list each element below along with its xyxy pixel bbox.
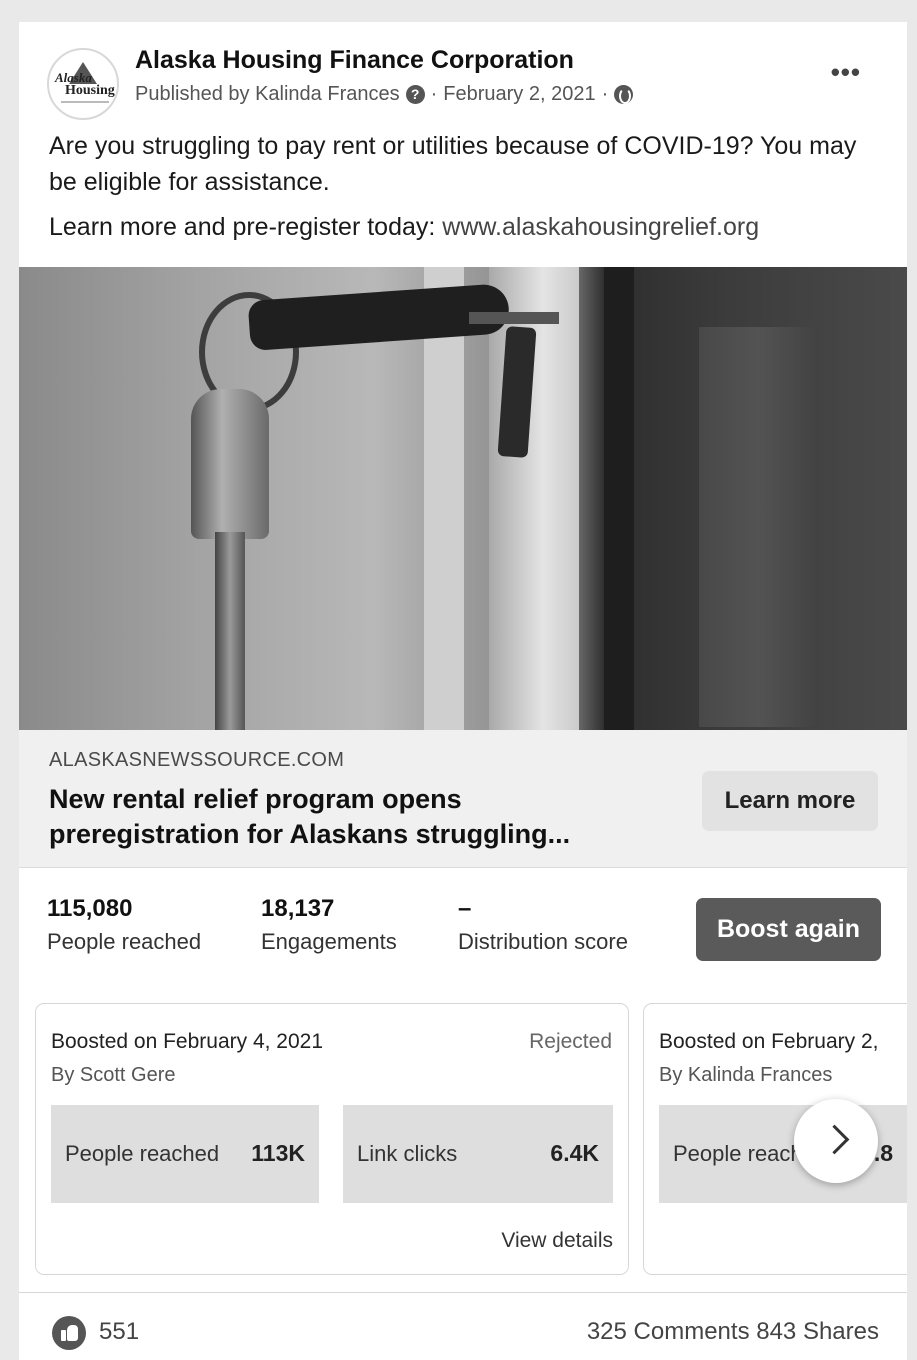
post-date[interactable]: February 2, 2021 xyxy=(443,83,595,106)
people-reached-label: People reached xyxy=(47,929,202,954)
door-frame-dark xyxy=(604,267,634,730)
avatar-text-line2: Housing xyxy=(65,83,115,98)
metric-value: 113K xyxy=(251,1140,305,1166)
comments-shares-count[interactable]: 325 Comments 843 Shares xyxy=(587,1318,879,1346)
metric-label: People reach xyxy=(673,1141,803,1166)
distribution-score-value: – xyxy=(458,895,472,922)
cta-prefix: Learn more and pre-register today: xyxy=(49,213,443,241)
post-subline: Published by Kalinda Frances ? · Februar… xyxy=(135,83,634,106)
cta-link[interactable]: www.alaskahousingrelief.org xyxy=(442,213,759,241)
avatar-underline xyxy=(61,101,109,103)
boost-date: Boosted on February 2, xyxy=(659,1030,879,1053)
like-count[interactable]: 551 xyxy=(99,1318,139,1346)
globe-icon[interactable] xyxy=(614,85,634,104)
like-thumb-icon[interactable] xyxy=(52,1316,86,1350)
boost-author: By Scott Gere xyxy=(51,1064,176,1086)
preview-domain: ALASKASNEWSSOURCE.COM xyxy=(49,749,345,771)
door-reflection xyxy=(699,327,819,727)
post-card: Alaska Housing Alaska Housing Finance Co… xyxy=(19,22,907,1360)
key-blade xyxy=(215,532,245,730)
key-shaft xyxy=(469,312,559,324)
separator: · xyxy=(601,83,609,105)
engagements-label: Engagements xyxy=(261,929,397,954)
boost-card[interactable]: Boosted on February 4, 2021 Rejected By … xyxy=(35,1003,629,1275)
question-mark-icon[interactable]: ? xyxy=(405,85,425,104)
preview-title[interactable]: New rental relief program opens preregis… xyxy=(49,782,649,852)
more-options-icon[interactable]: ••• xyxy=(831,59,861,85)
boost-again-button[interactable]: Boost again xyxy=(696,898,881,961)
metric-label: People reached xyxy=(65,1141,220,1166)
boost-author: By Kalinda Frances xyxy=(659,1064,833,1086)
metric-link-clicks: Link clicks 6.4K xyxy=(343,1105,613,1203)
published-by[interactable]: Published by Kalinda Frances xyxy=(135,83,400,106)
post-cta-text: Learn more and pre-register today: www.a… xyxy=(49,213,759,242)
page-name-link[interactable]: Alaska Housing Finance Corporation xyxy=(135,46,574,75)
metric-value: 6.4K xyxy=(550,1140,599,1166)
post-body-text: Are you struggling to pay rent or utilit… xyxy=(49,132,857,196)
metric-label: Link clicks xyxy=(357,1141,458,1166)
boost-date: Boosted on February 4, 2021 xyxy=(51,1030,324,1053)
carousel-next-arrow-icon[interactable] xyxy=(794,1099,878,1183)
distribution-score-label[interactable]: Distribution score xyxy=(458,929,628,955)
page-avatar[interactable]: Alaska Housing xyxy=(47,48,119,120)
metric-people-reached: People reached 113K xyxy=(51,1105,319,1203)
post-image-keys-in-door[interactable] xyxy=(19,267,907,730)
boost-status: Rejected xyxy=(529,1030,612,1053)
view-details-link[interactable]: View details xyxy=(501,1229,613,1253)
learn-more-button[interactable]: Learn more xyxy=(702,771,878,831)
engagements-value: 18,137 xyxy=(261,895,335,922)
link-preview[interactable]: ALASKASNEWSSOURCE.COM New rental relief … xyxy=(19,730,907,868)
people-reached-value: 115,080 xyxy=(47,895,133,922)
key-head xyxy=(191,389,269,539)
separator: · xyxy=(430,83,438,105)
footer-divider xyxy=(19,1292,907,1293)
